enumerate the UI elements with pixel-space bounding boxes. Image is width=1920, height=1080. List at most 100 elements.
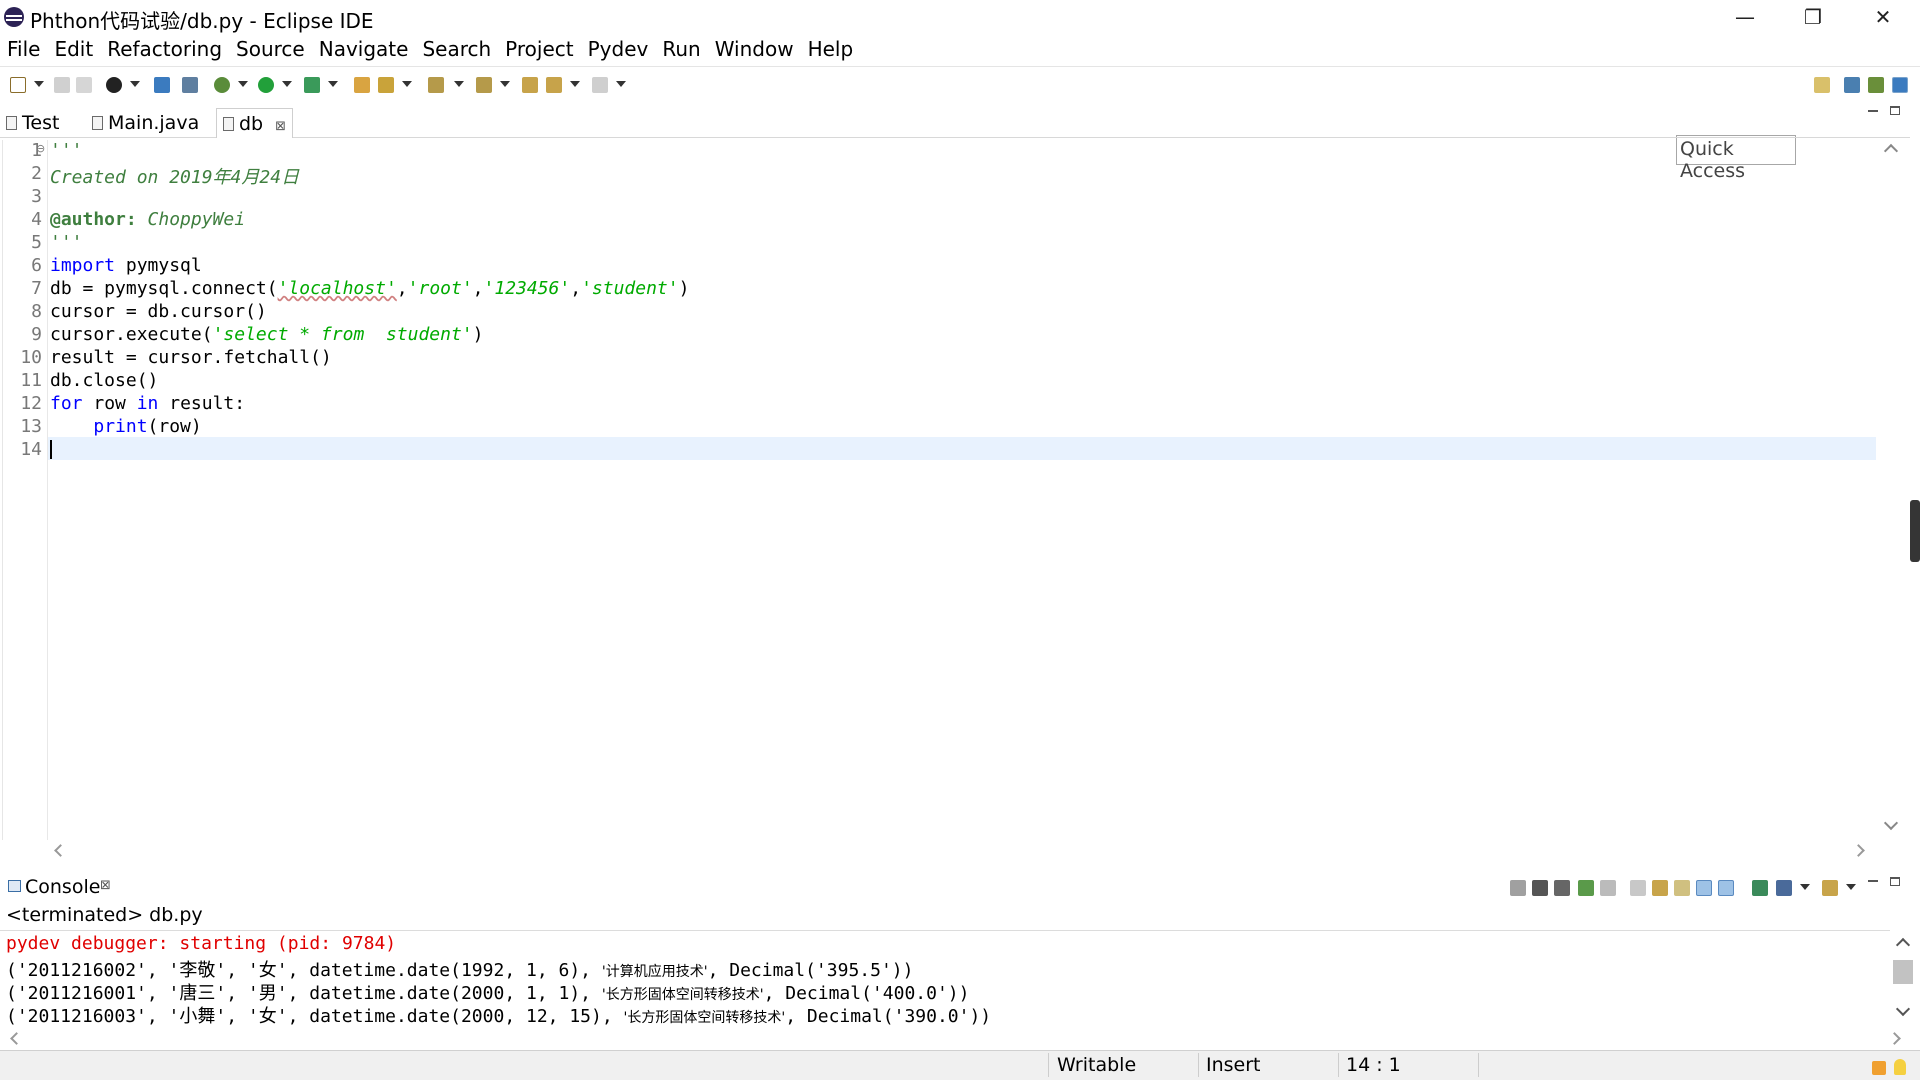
debug-dropdown-icon[interactable] [238,81,248,87]
tip-lightbulb-icon[interactable] [1894,1059,1906,1075]
console-tab-label[interactable]: Console [25,876,100,898]
scroll-up-icon[interactable] [1883,143,1899,159]
console-scroll-thumb[interactable] [1893,960,1913,984]
code-line-2: Created on 2019年4月24日 [50,167,300,188]
pen-icon[interactable] [378,77,394,93]
save-all-icon[interactable] [76,77,92,93]
overview-ruler-marker[interactable] [1910,500,1920,562]
code-text: pymysql [115,255,202,276]
external-tools-dropdown-icon[interactable] [328,81,338,87]
code-text: , [396,278,408,299]
java-perspective-icon[interactable] [1844,77,1860,93]
minimize-button[interactable]: — [1710,0,1780,34]
pydev-package-icon[interactable] [182,77,198,93]
close-tab-icon[interactable]: ⊠ [275,119,286,134]
remove-launch-icon[interactable] [1532,880,1548,896]
next-annotation-icon[interactable] [428,77,444,93]
pen-dropdown-icon[interactable] [402,81,412,87]
console-scroll-left-icon[interactable] [10,1032,23,1045]
output-text: ('2011216002', '李敬', '女', datetime.date(… [6,960,602,981]
forward-dropdown-icon[interactable] [616,81,626,87]
status-insert-mode[interactable]: Insert [1206,1054,1261,1076]
pin-console-icon[interactable] [1752,880,1768,896]
scroll-right-icon[interactable] [1852,844,1865,857]
tab-db[interactable]: db ⊠ [216,108,294,138]
code-area[interactable]: ''' Created on 2019年4月24日 @author: Chopp… [0,140,1876,840]
restore-button[interactable]: ❐ [1778,0,1848,34]
run-icon[interactable] [258,77,274,93]
status-bar: Writable Insert 14 : 1 [0,1050,1920,1080]
menu-help[interactable]: Help [801,37,861,61]
show-on-stderr-icon[interactable] [1718,880,1734,896]
status-divider [1198,1053,1199,1077]
python-icon[interactable] [154,77,170,93]
minimize-view-icon[interactable] [1868,110,1878,112]
scroll-down-icon[interactable] [1883,815,1899,831]
scroll-left-icon[interactable] [54,844,67,857]
tab-main-java[interactable]: Main.java [86,108,205,138]
close-console-icon[interactable]: ⊠ [100,878,111,893]
tab-label: Test [22,112,60,134]
new-dropdown-icon[interactable] [34,81,44,87]
back-dropdown-icon[interactable] [570,81,580,87]
back-icon[interactable] [546,77,562,93]
code-text: , [472,278,484,299]
console-scroll-up-icon[interactable] [1895,937,1911,953]
console-scroll-right-icon[interactable] [1888,1032,1901,1045]
debug-perspective-icon[interactable] [1868,77,1884,93]
console-scroll-down-icon[interactable] [1895,1001,1911,1017]
debug-icon[interactable] [214,77,230,93]
menu-refactoring[interactable]: Refactoring [100,37,229,61]
java-file-icon [92,116,103,130]
show-on-output-icon[interactable] [1674,880,1690,896]
menu-pydev[interactable]: Pydev [581,37,656,61]
editor-vertical-scrollbar[interactable] [1876,140,1920,840]
rss-icon[interactable] [1872,1061,1886,1075]
close-button[interactable]: ✕ [1848,0,1918,34]
console-vertical-scrollbar[interactable] [1890,930,1916,1026]
run-dropdown-icon[interactable] [282,81,292,87]
menu-run[interactable]: Run [655,37,707,61]
debug-console-icon[interactable] [1578,880,1594,896]
editor-horizontal-scrollbar[interactable] [48,840,1876,862]
menu-window[interactable]: Window [708,37,801,61]
save-icon[interactable] [54,77,70,93]
display-console-icon[interactable] [1776,880,1792,896]
terminate-icon[interactable] [1510,880,1526,896]
menu-source[interactable]: Source [229,37,312,61]
console-horizontal-scrollbar[interactable] [0,1026,1920,1050]
debug-target-dropdown-icon[interactable] [130,81,140,87]
menu-project[interactable]: Project [498,37,580,61]
word-wrap-icon[interactable] [1652,880,1668,896]
forward-icon[interactable] [592,77,608,93]
pydev-perspective-icon[interactable] [1892,77,1908,93]
menu-navigate[interactable]: Navigate [312,37,416,61]
debug-target-icon[interactable] [106,77,122,93]
menu-file[interactable]: File [0,37,47,61]
next-annotation-dropdown-icon[interactable] [454,81,464,87]
scroll-lock-icon[interactable] [1630,880,1646,896]
open-perspective-icon[interactable] [1814,77,1830,93]
open-folder-icon[interactable] [354,77,370,93]
console-header: Console ⊠ [0,872,1920,902]
prev-annotation-icon[interactable] [476,77,492,93]
new-icon[interactable] [10,77,26,93]
open-console-icon[interactable] [1822,880,1838,896]
clear-console-icon[interactable] [1600,880,1616,896]
string-literal: '123456' [483,278,571,299]
external-tools-icon[interactable] [304,77,320,93]
display-console-dropdown-icon[interactable] [1800,884,1810,890]
tab-test[interactable]: Test [0,108,65,138]
prev-annotation-dropdown-icon[interactable] [500,81,510,87]
menu-search[interactable]: Search [415,37,498,61]
maximize-console-icon[interactable] [1890,877,1900,886]
show-on-stdout-icon[interactable] [1696,880,1712,896]
open-console-dropdown-icon[interactable] [1846,884,1856,890]
last-edit-icon[interactable] [522,77,538,93]
remove-all-terminated-icon[interactable] [1554,880,1570,896]
menu-edit[interactable]: Edit [47,37,100,61]
minimize-console-icon[interactable] [1868,880,1878,882]
maximize-view-icon[interactable] [1890,106,1900,115]
console-output[interactable]: pydev debugger: starting (pid: 9784) ('2… [0,930,1890,1027]
